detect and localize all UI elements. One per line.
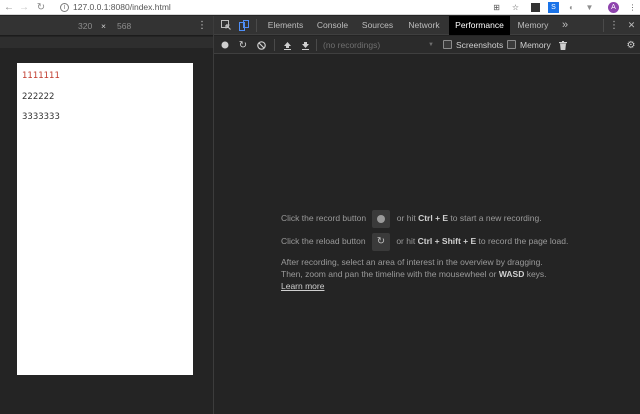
devtools-menu-icon[interactable]: ⋮ [608, 16, 620, 35]
tab-elements[interactable]: Elements [262, 16, 309, 35]
record-shortcut: Ctrl + E [418, 213, 449, 223]
page-line-2: 222222 [22, 92, 55, 102]
recordings-select[interactable]: (no recordings) ▼ [320, 38, 436, 52]
after-line2-suffix: keys. [524, 269, 547, 279]
after-recording-line-2: Then, zoom and pan the timeline with the… [281, 269, 547, 279]
tab-network[interactable]: Network [402, 16, 446, 35]
inspect-element-icon[interactable] [219, 18, 233, 32]
device-more-icon[interactable]: ⋮ [197, 16, 207, 36]
toolbar-separator [316, 39, 317, 51]
record-icon [377, 214, 386, 223]
reload-hint-prefix: Click the reload button [281, 236, 366, 246]
reload-hint-mid: or hit [396, 236, 418, 246]
device-toolbar: 320 × 568 ⋮ [0, 16, 213, 36]
performance-landing: Click the record button or hit Ctrl + E … [214, 55, 640, 414]
viewport-width[interactable]: 320 [78, 16, 92, 36]
after-line2-prefix: Then, zoom and pan the timeline with the… [281, 269, 499, 279]
screenshots-label: Screenshots [456, 40, 504, 50]
info-icon[interactable]: i [60, 3, 69, 12]
tab-memory[interactable]: Memory [512, 16, 554, 35]
after-recording-line-1: After recording, select an area of inter… [281, 257, 543, 267]
memory-label: Memory [520, 40, 551, 50]
menu-icon[interactable]: ⋮ [627, 2, 638, 13]
extension-icon-2[interactable]: S [548, 2, 559, 13]
devtools-tabbar: Elements Console Sources Network Perform… [214, 16, 640, 35]
record-hint-button[interactable] [372, 209, 391, 228]
tabbar-separator [603, 19, 604, 32]
tab-sources[interactable]: Sources [356, 16, 399, 35]
extension-icon-3[interactable]: ◐ [566, 2, 577, 13]
tabbar-separator [256, 19, 257, 32]
translate-icon[interactable]: ⊞ [491, 2, 502, 13]
reload-hint-suffix: to record the page load. [476, 236, 569, 246]
close-icon[interactable]: ✕ [625, 16, 638, 35]
recordings-placeholder: (no recordings) [323, 40, 381, 50]
chevron-down-icon: ▼ [428, 42, 434, 48]
address-bar[interactable]: 127.0.0.1:8080/index.html [73, 0, 171, 15]
wasd-keys: WASD [498, 269, 525, 279]
forward-icon[interactable]: → [17, 0, 31, 15]
ruler [0, 37, 213, 48]
record-hint-prefix: Click the record button [281, 213, 367, 223]
star-icon[interactable]: ☆ [510, 2, 521, 13]
record-hint-suffix: to start a new recording. [448, 213, 542, 223]
settings-gear-icon[interactable]: ⚙ [624, 38, 638, 52]
learn-more-link[interactable]: Learn more [281, 281, 324, 291]
upload-icon[interactable] [280, 38, 294, 52]
page-line-1: 1111111 [22, 71, 60, 81]
avatar[interactable]: A [608, 2, 619, 13]
record-hint-mid: or hit [396, 213, 419, 223]
record-hint: Click the record button or hit Ctrl + E … [281, 209, 542, 228]
device-toggle-icon[interactable] [237, 18, 251, 32]
reload-icon: ↻ [376, 235, 386, 247]
tab-performance[interactable]: Performance [449, 16, 510, 35]
reload-record-icon[interactable]: ↻ [236, 38, 250, 52]
toolbar-separator [274, 39, 275, 51]
dimension-separator: × [101, 21, 106, 31]
page-line-3: 3333333 [22, 112, 60, 122]
reload-shortcut: Ctrl + Shift + E [417, 236, 477, 246]
browser-toolbar: ← → ↻ i 127.0.0.1:8080/index.html ⊞ ☆ S … [0, 0, 640, 15]
clear-icon[interactable] [254, 38, 268, 52]
performance-toolbar: ↻ (no recordings) ▼ Screenshots Memory ⚙ [214, 36, 640, 54]
download-icon[interactable] [298, 38, 312, 52]
more-tabs-icon[interactable]: » [558, 16, 572, 35]
memory-checkbox[interactable] [507, 40, 516, 49]
reload-hint-button[interactable]: ↻ [371, 232, 390, 251]
viewport-height[interactable]: 568 [117, 16, 131, 36]
extension-icon-1[interactable] [531, 3, 540, 12]
reload-hint: Click the reload button ↻ or hit Ctrl + … [281, 232, 568, 251]
screenshots-checkbox[interactable] [443, 40, 452, 49]
tab-console[interactable]: Console [312, 16, 353, 35]
record-icon[interactable] [218, 38, 232, 52]
trash-icon[interactable] [556, 38, 570, 52]
reload-icon[interactable]: ↻ [34, 0, 48, 15]
back-icon[interactable]: ← [2, 0, 16, 15]
extension-icon-4[interactable]: ▼ [584, 2, 595, 13]
device-viewport: 1111111 222222 3333333 [17, 63, 193, 375]
